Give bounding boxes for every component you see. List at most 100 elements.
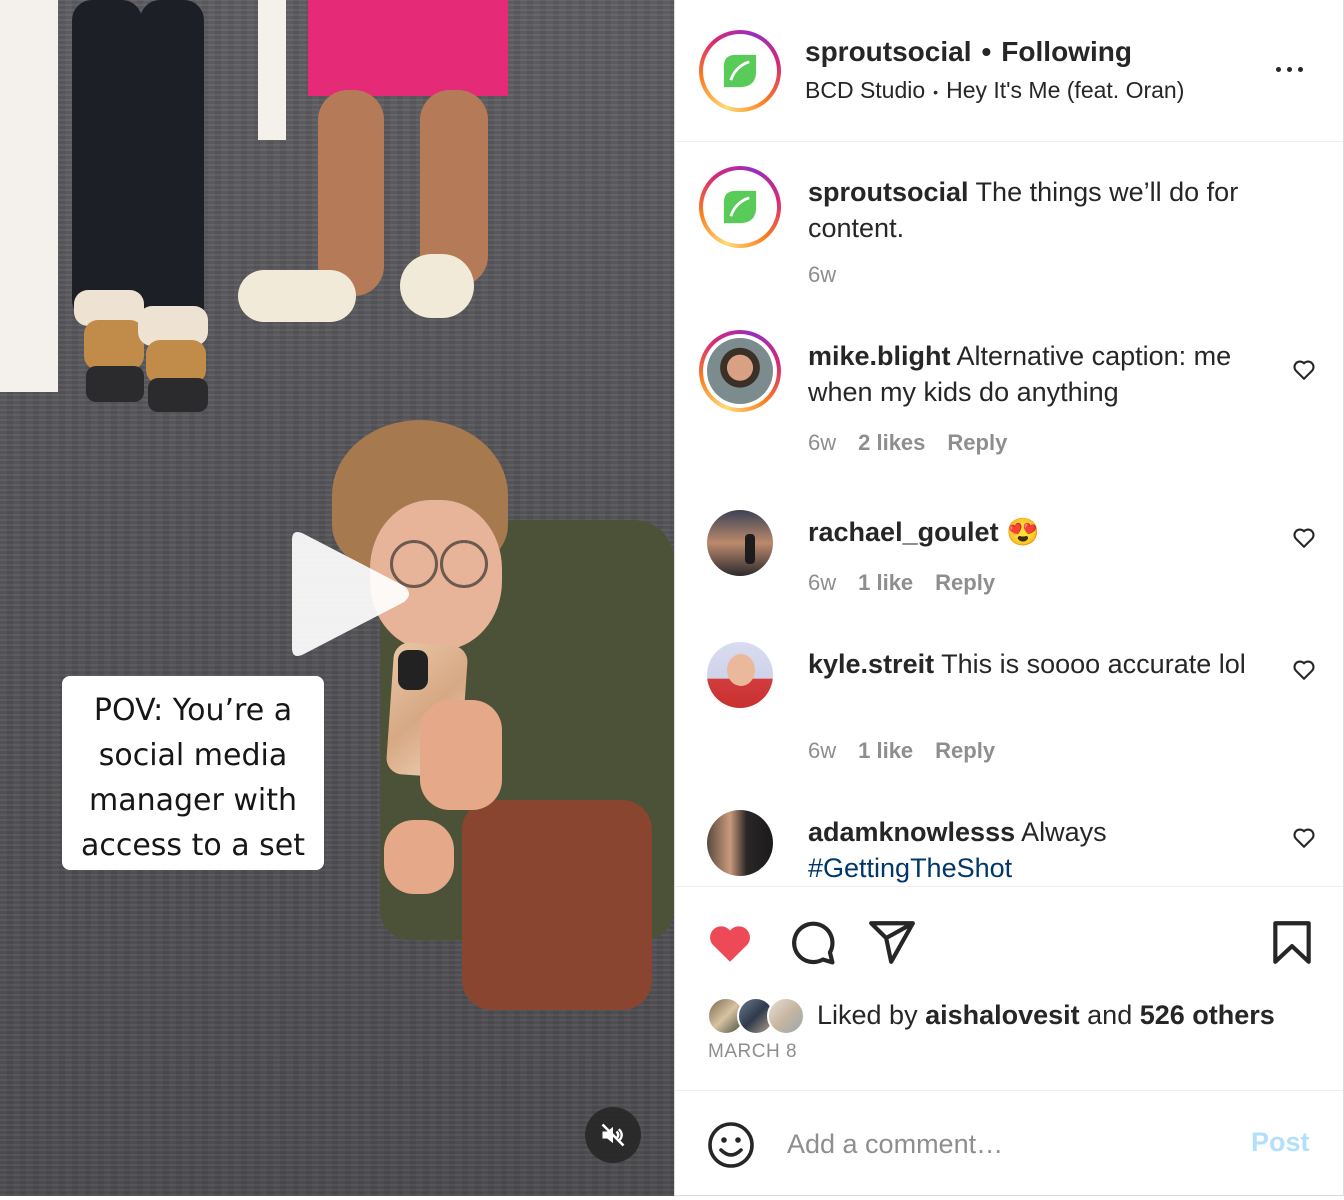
caption-text: sproutsocial The things we’ll do for con… [808, 174, 1268, 246]
silhouette [745, 534, 755, 564]
person-leg [318, 90, 384, 296]
comment-username[interactable]: mike.blight [808, 341, 951, 371]
table-leg [258, 0, 286, 140]
liked-prefix: Liked by [817, 1000, 926, 1030]
comment-meta: 6w 1 like Reply [808, 738, 1017, 764]
post-header: sproutsocial • Following BCD Studio • Hey It… [675, 0, 1343, 142]
add-comment-bar: Post [675, 1090, 1343, 1195]
audio-artist[interactable]: BCD Studio [805, 77, 925, 103]
post-actions: Liked by aishalovesit and 526 others MAR… [675, 886, 1343, 1090]
dot [1297, 66, 1303, 72]
header-title: sproutsocial • Following [805, 36, 1132, 68]
comment-username[interactable]: rachael_goulet [808, 517, 999, 547]
commenter-avatar[interactable] [707, 810, 773, 876]
post-video[interactable]: POV: You’re a social media manager with … [0, 0, 674, 1196]
caption-time[interactable]: 6w [808, 262, 836, 287]
comment-likes[interactable]: 1 like [858, 570, 913, 595]
comment-time[interactable]: 6w [808, 570, 836, 595]
audio-title[interactable]: Hey It's Me (feat. Oran) [946, 77, 1184, 103]
pink-skirt [308, 0, 508, 96]
reply-button[interactable]: Reply [935, 570, 995, 595]
mute-button[interactable] [585, 1107, 641, 1163]
liked-by-text: Liked by aishalovesit and 526 others [817, 1000, 1275, 1031]
save-bookmark-icon[interactable] [1267, 917, 1317, 967]
dot [1275, 66, 1281, 72]
video-caption-overlay: POV: You’re a social media manager with … [62, 676, 324, 870]
comment-item: adamknowlesss Always #GettingTheShot [675, 806, 1343, 885]
post-comment-button[interactable]: Post [1251, 1127, 1310, 1158]
heart-outline-icon[interactable] [1291, 524, 1317, 550]
audio-info: BCD Studio • Hey It's Me (feat. Oran) [805, 77, 1184, 104]
author-avatar[interactable] [699, 30, 781, 112]
liked-by-avatars[interactable] [707, 997, 809, 1037]
comment-body: 😍 [998, 517, 1040, 547]
following-button[interactable]: Following [1001, 36, 1132, 67]
share-icon[interactable] [867, 917, 917, 967]
author-avatar-inner [703, 170, 777, 244]
comments-list[interactable]: sproutsocial The things we’ll do for con… [675, 143, 1343, 885]
comment-text: rachael_goulet 😍 [808, 514, 1268, 550]
comment-item: mike.blight Alternative caption: me when… [675, 330, 1343, 480]
shoe [400, 254, 474, 318]
post-details-panel: sproutsocial • Following BCD Studio • Hey It… [674, 0, 1344, 1196]
hand [384, 820, 454, 894]
comment-meta: 6w 2 likes Reply [808, 430, 1029, 456]
comment-meta: 6w 1 like Reply [808, 570, 1017, 596]
glasses [440, 540, 488, 588]
hashtag-link[interactable]: #GettingTheShot [808, 853, 1012, 883]
comment-username[interactable]: kyle.streit [808, 649, 934, 679]
liked-by-user[interactable]: aishalovesit [925, 1000, 1080, 1030]
caption-meta: 6w [808, 262, 858, 288]
more-options-icon[interactable] [1269, 54, 1309, 84]
table-leg [0, 0, 58, 392]
hand [420, 700, 502, 810]
heart-filled-icon[interactable] [705, 917, 755, 967]
comment-item: rachael_goulet 😍 6w 1 like Reply [675, 506, 1343, 626]
commenter-avatar[interactable] [707, 642, 773, 708]
boot [86, 366, 144, 402]
commenter-avatar[interactable] [707, 510, 773, 576]
comment-time[interactable]: 6w [808, 430, 836, 455]
person-leg [72, 0, 142, 320]
reply-button[interactable]: Reply [947, 430, 1007, 455]
comment-text: kyle.streit This is soooo accurate lol [808, 646, 1268, 682]
author-username[interactable]: sproutsocial [805, 36, 971, 67]
muted-speaker-icon [601, 1123, 625, 1147]
comment-icon[interactable] [787, 917, 837, 967]
liked-by-others[interactable]: 526 others [1140, 1000, 1275, 1030]
play-button[interactable] [282, 528, 412, 660]
comment-username[interactable]: adamknowlesss [808, 817, 1015, 847]
commenter-avatar-inner [703, 334, 777, 408]
heart-outline-icon[interactable] [1291, 656, 1317, 682]
comment-input[interactable] [787, 1119, 1227, 1169]
boot [148, 378, 208, 412]
comment-likes[interactable]: 1 like [858, 738, 913, 763]
caption-username[interactable]: sproutsocial [808, 177, 969, 207]
comment-body: Always [1015, 817, 1107, 847]
post-date[interactable]: MARCH 8 [708, 1041, 797, 1063]
heart-outline-icon[interactable] [1291, 356, 1317, 382]
commenter-avatar[interactable] [699, 330, 781, 412]
emoji-icon[interactable] [707, 1121, 755, 1169]
comment-text: adamknowlesss Always #GettingTheShot [808, 814, 1268, 885]
boot [84, 320, 144, 370]
liked-and: and [1079, 1000, 1140, 1030]
sprout-logo-icon [723, 54, 757, 88]
play-icon [292, 532, 409, 656]
liker-avatar [767, 997, 805, 1035]
comment-text: mike.blight Alternative caption: me when… [808, 338, 1268, 410]
face [727, 654, 755, 686]
comment-item: kyle.streit This is soooo accurate lol 6… [675, 638, 1343, 788]
caption: sproutsocial The things we’ll do for con… [675, 166, 1343, 316]
separator: • [981, 36, 992, 67]
separator: • [933, 83, 939, 100]
heart-outline-icon[interactable] [1291, 824, 1317, 850]
author-avatar[interactable] [699, 166, 781, 248]
dot [1286, 66, 1292, 72]
person-leg [140, 0, 204, 330]
comment-likes[interactable]: 2 likes [858, 430, 925, 455]
person-pants [462, 800, 652, 1010]
comment-time[interactable]: 6w [808, 738, 836, 763]
reply-button[interactable]: Reply [935, 738, 995, 763]
commenter-photo [707, 338, 773, 404]
